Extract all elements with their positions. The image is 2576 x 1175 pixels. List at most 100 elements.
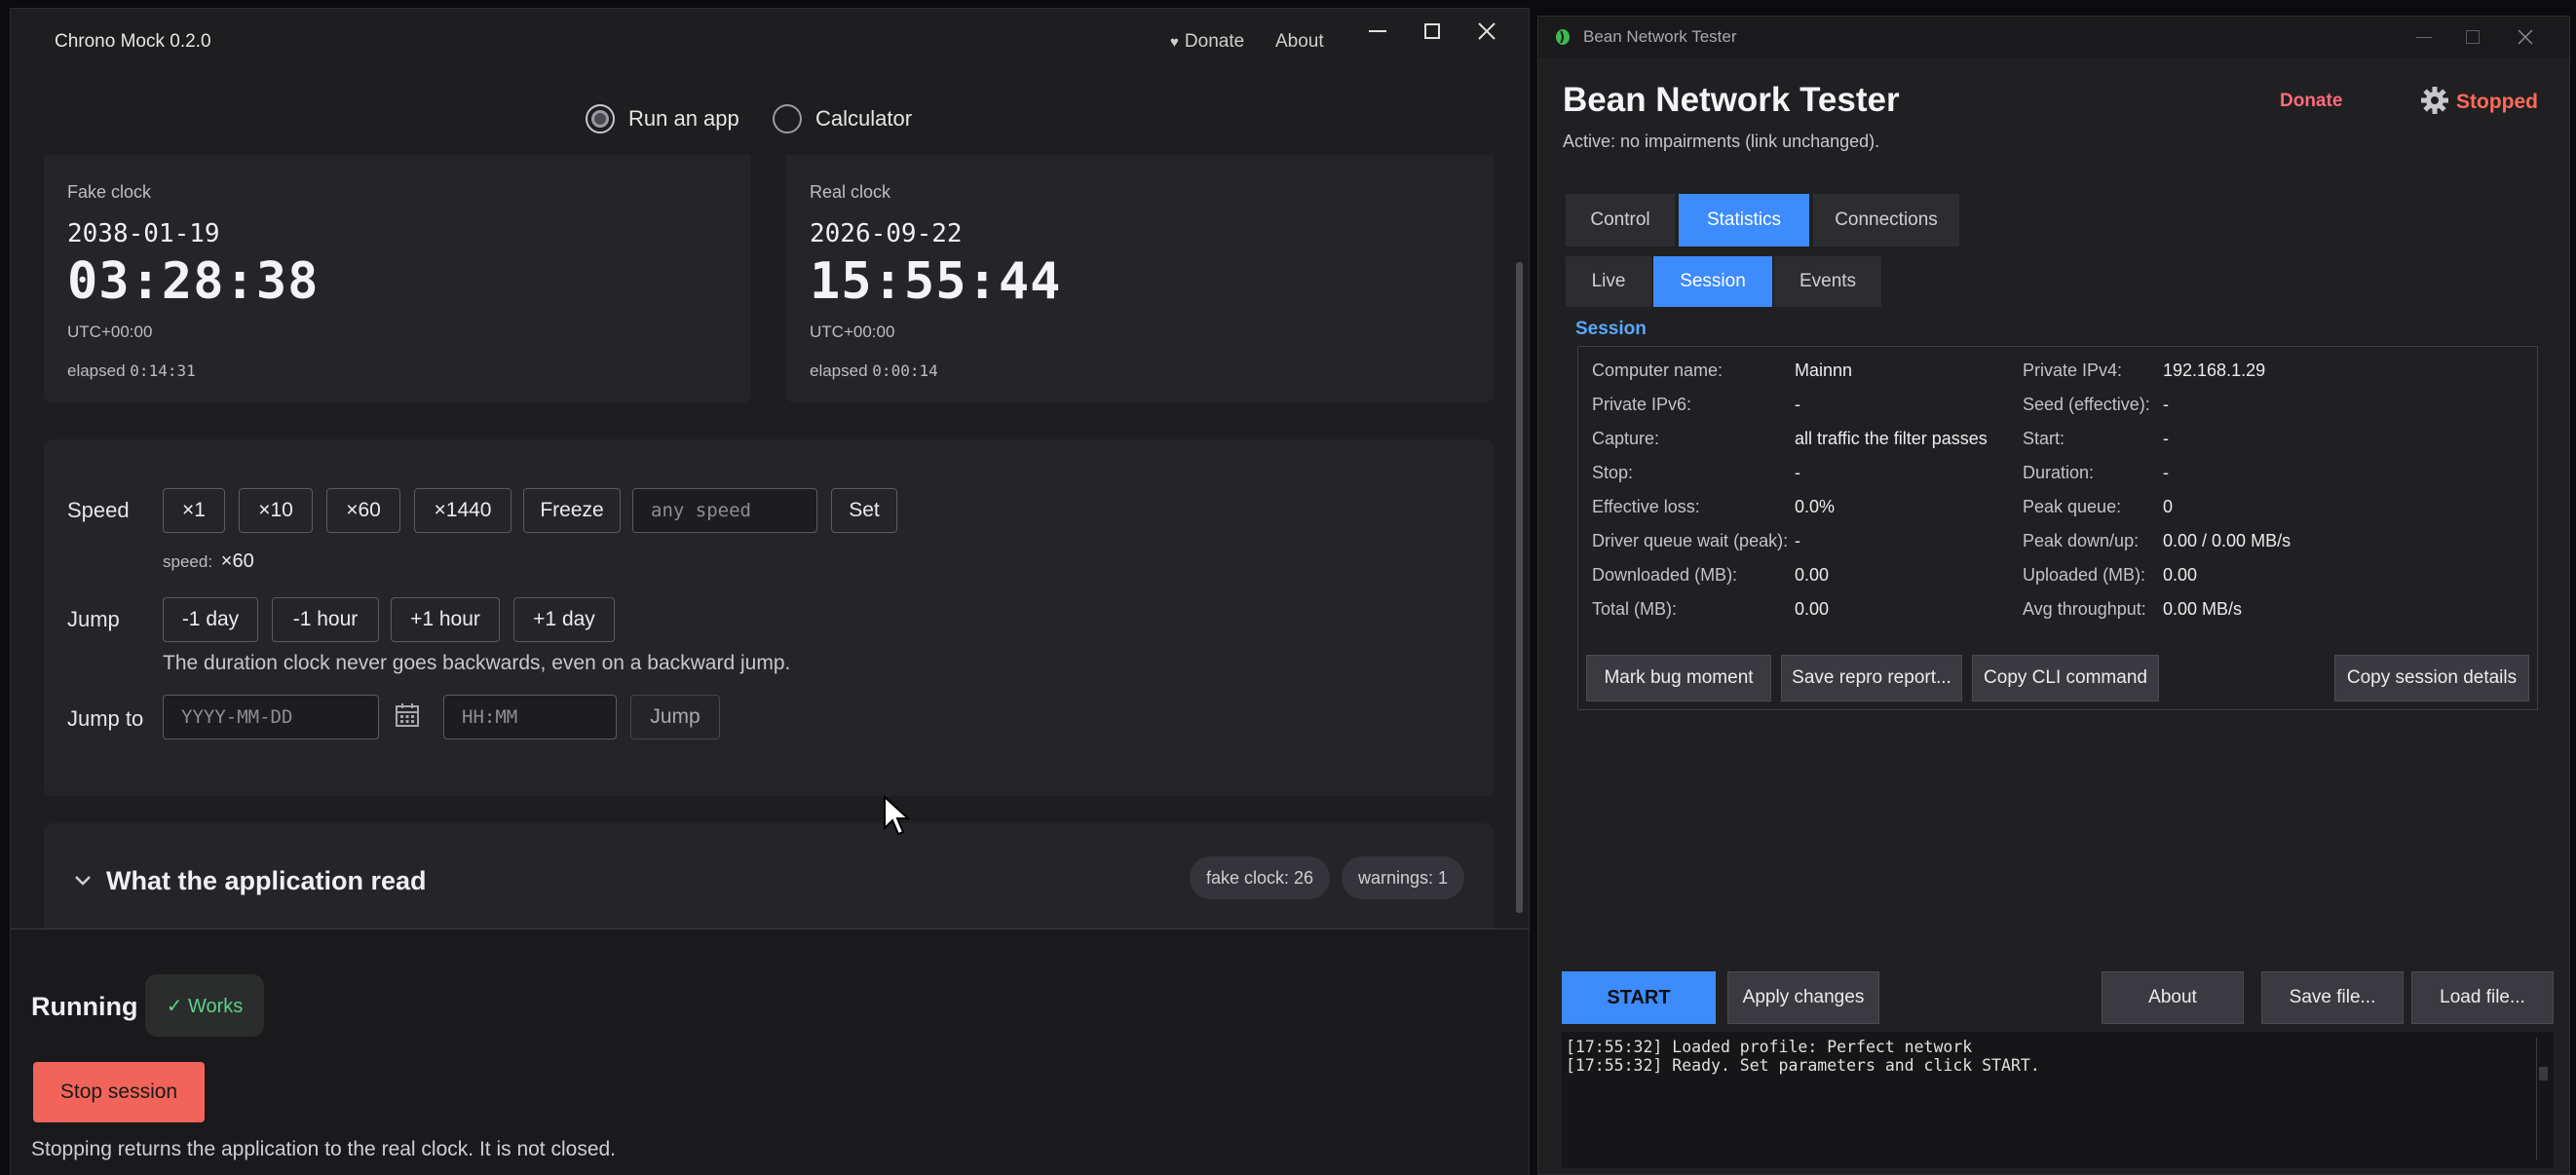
jump-minus-hour-button[interactable]: -1 hour (272, 597, 379, 642)
calendar-button[interactable] (395, 702, 420, 733)
start-button[interactable]: START (1562, 971, 1716, 1024)
fake-clock-elapsed: elapsed 0:14:31 (67, 361, 196, 381)
maximize-button[interactable] (1410, 17, 1455, 59)
speed-x1-button[interactable]: ×1 (163, 488, 225, 533)
session-field-value: - (2163, 395, 2169, 414)
jump-note: The duration clock never goes backwards,… (163, 652, 791, 674)
app-read-panel[interactable]: What the application read fake clock: 26… (44, 823, 1494, 930)
log-line: [17:55:32] Ready. Set parameters and cli… (1566, 1056, 2040, 1075)
tab-connections[interactable]: Connections (1813, 194, 1959, 246)
speed-x60-button[interactable]: ×60 (326, 488, 400, 533)
session-field-label: Duration: (2023, 463, 2095, 482)
jump-plus-hour-button[interactable]: +1 hour (391, 597, 500, 642)
session-field-value: - (1795, 395, 1800, 414)
donate-link[interactable]: ♥ Donate (1170, 31, 1244, 53)
jump-label: Jump (67, 607, 120, 631)
subtab-live[interactable]: Live (1566, 256, 1651, 307)
session-field-label: Stop: (1592, 463, 1634, 482)
jump-button[interactable]: Jump (630, 695, 720, 739)
session-field-label: Capture: (1592, 429, 1660, 448)
subtab-session[interactable]: Session (1653, 256, 1772, 307)
jump-date-input[interactable]: YYYY-MM-DD (163, 695, 379, 739)
jump-time-input[interactable]: HH:MM (443, 695, 617, 739)
bean-donate-link[interactable]: Donate (2280, 91, 2342, 112)
log-output: [17:55:32] Loaded profile: Perfect netwo… (1562, 1032, 2554, 1168)
fake-clock-date: 2038-01-19 (67, 219, 220, 248)
stop-note: Stopping returns the application to the … (31, 1138, 617, 1160)
warnings-count-badge: warnings: 1 (1342, 856, 1464, 899)
save-repro-report-button[interactable]: Save repro report... (1781, 655, 1962, 701)
running-label: Running (31, 992, 138, 1021)
session-field-label: Start: (2023, 429, 2065, 448)
close-button[interactable] (1464, 17, 1509, 59)
session-field-label: Driver queue wait (peak): (1592, 531, 1789, 550)
session-field-label: Private IPv4: (2023, 360, 2123, 380)
minimize-icon (2416, 36, 2432, 38)
gear-icon[interactable] (2419, 85, 2450, 116)
copy-session-details-button[interactable]: Copy session details (2334, 655, 2529, 701)
fake-clock-count-badge: fake clock: 26 (1190, 856, 1330, 899)
bean-app-title: Bean Network Tester (1563, 81, 1900, 119)
tab-statistics[interactable]: Statistics (1679, 194, 1809, 246)
session-field-label: Downloaded (MB): (1592, 565, 1738, 585)
speed-x10-button[interactable]: ×10 (239, 488, 313, 533)
mark-bug-moment-button[interactable]: Mark bug moment (1586, 655, 1771, 701)
load-file-button[interactable]: Load file... (2411, 971, 2554, 1024)
session-field-label: Uploaded (MB): (2023, 565, 2146, 585)
bean-minimize-button[interactable] (2402, 17, 2446, 57)
subtab-events[interactable]: Events (1774, 256, 1881, 307)
about-link[interactable]: About (1275, 31, 1324, 53)
about-button[interactable]: About (2102, 971, 2244, 1024)
bean-window-title: Bean Network Tester (1583, 27, 1737, 46)
running-footer: Running ✓ Works Stop session Stopping re… (11, 929, 1529, 1175)
speed-input[interactable]: any speed (632, 488, 817, 533)
speed-status: speed: ×60 (163, 550, 254, 573)
session-field-value: - (1795, 531, 1800, 550)
mouse-cursor-icon (884, 795, 911, 836)
bean-maximize-button[interactable] (2450, 17, 2495, 57)
copy-cli-command-button[interactable]: Copy CLI command (1972, 655, 2159, 701)
calendar-icon (396, 703, 419, 727)
freeze-button[interactable]: Freeze (523, 488, 621, 533)
session-field-label: Seed (effective): (2023, 395, 2150, 414)
log-scrollbar[interactable] (2536, 1038, 2550, 1160)
radio-selected-icon (586, 104, 615, 133)
session-section-title: Session (1575, 319, 1647, 339)
stop-session-button[interactable]: Stop session (33, 1062, 205, 1122)
mode-run-app[interactable]: Run an app (586, 104, 739, 133)
tab-control[interactable]: Control (1566, 194, 1675, 246)
bean-logo-icon (1556, 29, 1570, 45)
save-file-button[interactable]: Save file... (2261, 971, 2404, 1024)
jump-plus-day-button[interactable]: +1 day (513, 597, 615, 642)
fake-clock-time: 03:28:38 (67, 252, 320, 311)
active-status: Active: no impairments (link unchanged). (1563, 132, 1880, 151)
bean-window: Bean Network Tester Bean Network Tester … (1537, 16, 2570, 1175)
real-clock-elapsed-label: elapsed (810, 361, 868, 380)
bean-close-button[interactable] (2503, 17, 2548, 57)
session-field-value: - (1795, 463, 1800, 482)
apply-changes-button[interactable]: Apply changes (1727, 971, 1879, 1024)
mode-run-app-label: Run an app (628, 106, 739, 131)
jump-to-label: Jump to (67, 706, 144, 731)
log-scrollbar-thumb[interactable] (2539, 1067, 2548, 1080)
jump-minus-day-button[interactable]: -1 day (163, 597, 258, 642)
real-clock-label: Real clock (810, 182, 891, 202)
speed-x1440-button[interactable]: ×1440 (414, 488, 511, 533)
session-field-value: 0.00 / 0.00 MB/s (2163, 531, 2292, 550)
mode-calculator[interactable]: Calculator (773, 104, 912, 133)
session-field-label: Peak down/up: (2023, 531, 2140, 550)
maximize-icon (1424, 23, 1440, 39)
chevron-down-icon (75, 876, 91, 886)
session-field-value: 0.0% (1795, 497, 1836, 516)
minimize-button[interactable] (1355, 17, 1400, 59)
session-field-label: Private IPv6: (1592, 395, 1692, 414)
content-scrollbar[interactable] (1516, 262, 1523, 913)
real-clock-card: Real clock 2026-09-22 15:55:44 UTC+00:00… (786, 155, 1494, 402)
session-field-value: all traffic the filter passes (1795, 429, 1988, 448)
set-speed-button[interactable]: Set (831, 488, 897, 533)
session-field-label: Total (MB): (1592, 599, 1678, 619)
real-clock-elapsed-value: 0:00:14 (872, 361, 938, 380)
session-details-box: Computer name: Mainnn Private IPv6: - Captur… (1577, 346, 2538, 710)
chrono-window: Chrono Mock 0.2.0 ♥ Donate About Run an … (10, 8, 1530, 1175)
speed-status-value: ×60 (220, 550, 254, 572)
